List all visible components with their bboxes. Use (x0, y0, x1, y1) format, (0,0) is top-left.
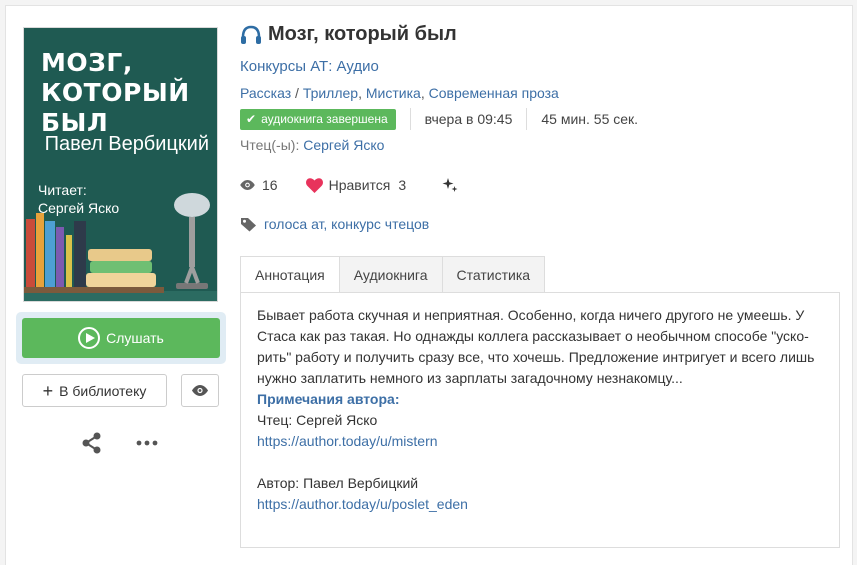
status-badge: ✔ аудиокнига завершена (240, 108, 396, 130)
reader-link[interactable]: Сергей Яско (303, 137, 384, 153)
add-to-library-label: В библиотеку (59, 382, 147, 399)
listen-button-wrapper: Слушать (16, 312, 226, 364)
book-title: Мозг, который был (240, 23, 457, 46)
more-options-icon[interactable] (136, 436, 158, 450)
likes-label: Нравится (328, 177, 391, 193)
listen-label: Слушать (106, 330, 164, 346)
duration: 45 мин. 55 сек. (541, 111, 639, 127)
genre-link[interactable]: Триллер (303, 85, 358, 101)
views: 16 (240, 177, 278, 193)
divider (409, 108, 411, 130)
check-icon: ✔ (246, 112, 257, 126)
add-to-library-button[interactable]: + В библиотеку (22, 374, 167, 407)
contest-link[interactable]: Конкурсы АТ: Аудио (240, 58, 379, 75)
cover-illustration (24, 193, 217, 301)
reader-info: Чтец(-ы): Сергей Яско (240, 137, 384, 153)
eye-icon (240, 180, 255, 190)
tab-bar: Аннотация Аудиокнига Статистика (240, 256, 546, 293)
views-count: 16 (262, 177, 278, 193)
book-title-text: Мозг, который был (268, 23, 457, 45)
author-note-link[interactable]: https://author.today/u/mistern (257, 431, 823, 452)
author-notes-title: Примечания автора: (257, 391, 400, 407)
tab-statistics[interactable]: Статистика (441, 256, 546, 293)
sparkle-icon[interactable] (442, 177, 458, 193)
tag-icon (241, 217, 256, 231)
listen-button[interactable]: Слушать (22, 318, 220, 358)
genre-main-link[interactable]: Рассказ (240, 85, 291, 101)
annotation-text: Бывает работа скучная и неприятная. Особ… (257, 307, 815, 386)
updated-time: вчера в 09:45 (424, 111, 513, 127)
likes-count: 3 (398, 177, 407, 193)
status-badge-label: аудиокнига завершена (261, 112, 388, 126)
like-button[interactable]: Нравится 3 (305, 177, 407, 193)
tags-links[interactable]: голоса ат, конкурс чтецов (264, 216, 429, 232)
author-note-link[interactable]: https://author.today/u/poslet_eden (257, 494, 823, 515)
heart-icon (305, 177, 323, 193)
play-icon (78, 327, 101, 349)
genre-link[interactable]: Современная проза (429, 85, 559, 101)
genres: Рассказ / Триллер, Мистика, Современная … (240, 85, 559, 101)
headphones-icon (241, 25, 261, 44)
tab-audiobook[interactable]: Аудиокнига (338, 256, 442, 293)
annotation-panel: Бывает работа скучная и неприятная. Особ… (240, 292, 840, 548)
genre-link[interactable]: Мистика (366, 85, 421, 101)
status-row: ✔ аудиокнига завершена вчера в 09:45 45 … (240, 108, 638, 130)
cover-title: МОЗГ, КОТОРЫЙ БЫЛ (41, 48, 190, 137)
stats-row: 16 Нравится 3 (240, 175, 458, 195)
tags-row: голоса ат, конкурс чтецов (240, 216, 429, 232)
tab-annotation[interactable]: Аннотация (240, 256, 339, 293)
share-icon[interactable] (81, 432, 103, 454)
eye-icon (192, 385, 208, 396)
watch-button[interactable] (181, 374, 219, 407)
author-note: Автор: Павел Вербицкий (257, 475, 419, 491)
cover-author: Павел Вербицкий (44, 133, 209, 155)
author-note: Чтец: Сергей Яско (257, 412, 378, 428)
divider (526, 108, 528, 130)
reader-label: Чтец(-ы): (240, 137, 300, 153)
plus-icon: + (42, 380, 54, 401)
book-cover[interactable]: МОЗГ, КОТОРЫЙ БЫЛ Павел Вербицкий Читает… (23, 27, 218, 302)
